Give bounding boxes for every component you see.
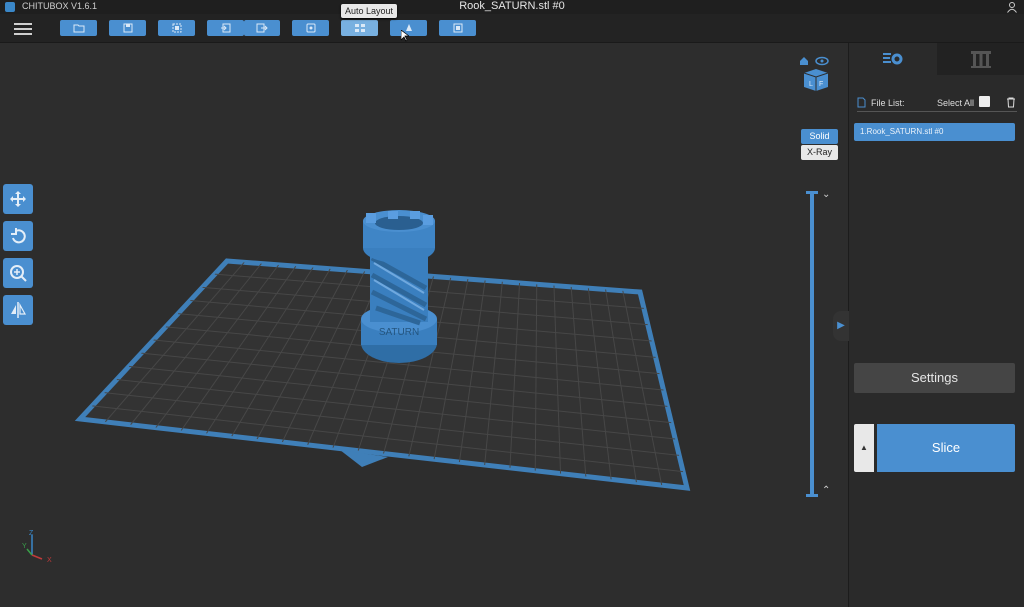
- slice-options-toggle[interactable]: ▲: [854, 424, 874, 472]
- import-button[interactable]: [207, 20, 244, 36]
- view-cube-icon[interactable]: L F: [798, 53, 834, 93]
- select-all-label: Select All: [937, 98, 975, 108]
- select-all-button[interactable]: [158, 20, 195, 36]
- export-icon: [256, 23, 268, 33]
- save-icon: [123, 23, 132, 33]
- trash-icon[interactable]: [1005, 96, 1017, 108]
- mouse-cursor-icon: [401, 30, 409, 42]
- auto-layout-icon: [354, 24, 365, 32]
- select-all-icon: [172, 23, 181, 33]
- save-button[interactable]: [109, 20, 146, 36]
- collapse-panel-button[interactable]: ▶: [833, 311, 849, 341]
- svg-text:F: F: [819, 81, 823, 88]
- tab-model-settings[interactable]: [849, 43, 937, 75]
- auto-layout-button[interactable]: [341, 20, 378, 36]
- model-engraving: SATURN: [379, 327, 419, 338]
- hollow-icon: [453, 23, 462, 33]
- slice-button[interactable]: Slice: [877, 424, 1015, 472]
- hamburger-menu-button[interactable]: [14, 20, 32, 36]
- layer-down-arrow[interactable]: ⌄: [822, 189, 830, 200]
- undo-icon: [306, 23, 315, 33]
- move-icon: [10, 191, 26, 207]
- rook-model[interactable]: SATURN: [361, 210, 437, 363]
- file-list-label: File List:: [871, 98, 905, 108]
- axis-z-label: Z: [29, 530, 34, 537]
- import-icon: [220, 23, 230, 33]
- rotate-icon: [11, 228, 26, 244]
- rotate-tool-button[interactable]: [3, 221, 33, 251]
- main-toolbar: [0, 14, 1024, 43]
- 3d-viewport[interactable]: SATURN L F Solid X-Ray ⌄ ⌃ Z Y X: [0, 43, 848, 607]
- mirror-tool-button[interactable]: [3, 295, 33, 325]
- svg-text:L: L: [809, 81, 813, 88]
- transform-toolbar: [3, 184, 33, 332]
- file-list-item[interactable]: 1.Rook_SATURN.stl #0: [854, 123, 1015, 141]
- axis-indicator-icon: Z Y X: [22, 530, 52, 564]
- open-file-icon: [73, 24, 84, 33]
- tab-supports[interactable]: [937, 43, 1024, 75]
- layer-slider-bottom[interactable]: [806, 494, 818, 497]
- hollow-button[interactable]: [439, 20, 476, 36]
- build-scene[interactable]: SATURN: [0, 43, 848, 607]
- window-title: Rook_SATURN.stl #0: [459, 0, 565, 12]
- right-panel: File List: Select All 1.Rook_SATURN.stl …: [833, 43, 1024, 607]
- scale-tool-button[interactable]: [3, 258, 33, 288]
- support-pillars-icon: [971, 51, 991, 68]
- xray-mode-button[interactable]: X-Ray: [801, 145, 838, 160]
- mirror-icon: [11, 302, 27, 318]
- document-icon: [857, 97, 866, 108]
- file-list-header: File List: Select All: [857, 95, 1017, 112]
- user-icon[interactable]: [1006, 1, 1018, 13]
- title-bar: CHITUBOX V1.6.1 Rook_SATURN.stl #0: [0, 0, 1024, 14]
- axis-x-label: X: [47, 557, 52, 564]
- select-all-checkbox[interactable]: [979, 96, 990, 107]
- layer-slider[interactable]: [810, 193, 814, 496]
- scale-icon: [10, 265, 27, 282]
- move-tool-button[interactable]: [3, 184, 33, 214]
- list-gear-icon: [883, 53, 903, 65]
- axis-y-label: Y: [22, 543, 27, 550]
- settings-button[interactable]: Settings: [854, 363, 1015, 393]
- undo-button[interactable]: [292, 20, 329, 36]
- auto-layout-tooltip: Auto Layout: [341, 4, 398, 18]
- open-file-button[interactable]: [60, 20, 97, 36]
- solid-mode-button[interactable]: Solid: [801, 129, 838, 144]
- export-button[interactable]: [244, 20, 280, 36]
- layer-up-arrow[interactable]: ⌃: [822, 485, 830, 496]
